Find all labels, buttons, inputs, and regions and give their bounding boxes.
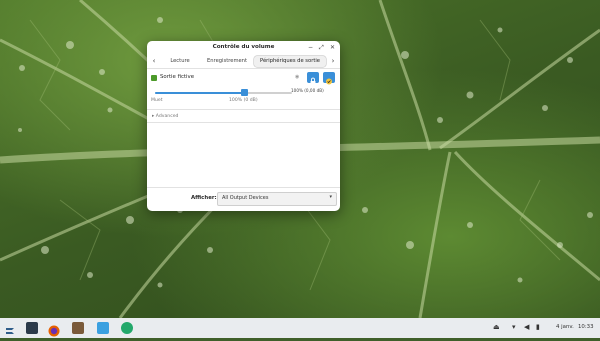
tab-next-icon[interactable]: › bbox=[329, 56, 337, 67]
workspace-switcher-icon[interactable] bbox=[26, 322, 38, 334]
lock-icon bbox=[310, 77, 316, 85]
show-label: Afficher: bbox=[191, 195, 217, 201]
taskbar-time[interactable]: 10:33 bbox=[578, 324, 594, 330]
set-fallback-button[interactable] bbox=[323, 72, 335, 85]
lock-channels-button[interactable] bbox=[307, 72, 319, 85]
maximize-icon[interactable]: ⤢ bbox=[319, 44, 324, 52]
tab-prev-icon[interactable]: ‹ bbox=[150, 56, 158, 67]
slider-min-label: Muet bbox=[151, 98, 163, 103]
tab-peripheriques-de-sortie[interactable]: Périphériques de sortie bbox=[254, 56, 326, 67]
volume-slider-track[interactable] bbox=[155, 92, 292, 94]
advanced-expander[interactable]: ▸ Advanced bbox=[152, 114, 178, 119]
battery-icon[interactable]: ▮ bbox=[536, 323, 540, 332]
minimize-icon[interactable]: − bbox=[308, 44, 313, 52]
volume-slider-handle[interactable] bbox=[241, 89, 249, 96]
volume-slider-fill bbox=[155, 92, 245, 94]
network-icon[interactable]: ▾ bbox=[512, 323, 516, 332]
check-icon bbox=[326, 78, 332, 85]
divider bbox=[147, 187, 340, 188]
dropdown-value: All Output Devices bbox=[222, 195, 269, 201]
tab-lecture[interactable]: Lecture bbox=[162, 56, 198, 67]
close-icon[interactable]: ✕ bbox=[330, 44, 335, 52]
tab-bar: ‹ Lecture Enregistrement Périphériques d… bbox=[150, 56, 337, 67]
chevron-down-icon: ▾ bbox=[329, 194, 332, 200]
divider bbox=[147, 122, 340, 123]
eject-icon[interactable]: ⏏ bbox=[493, 323, 500, 332]
taskbar-date[interactable]: 4 janv. bbox=[556, 324, 574, 330]
zorin-logo-icon bbox=[6, 328, 14, 334]
device-checkbox[interactable] bbox=[151, 75, 157, 81]
app-menu-logo-icon[interactable] bbox=[4, 322, 16, 334]
window-titlebar[interactable]: Contrôle du volume − ⤢ ✕ bbox=[147, 41, 340, 55]
taskbar: ⏏ ▾ ◀ ▮ 4 janv. 10:33 bbox=[0, 318, 600, 338]
volume-app-icon[interactable] bbox=[121, 322, 133, 334]
device-filter-dropdown[interactable]: All Output Devices ▾ bbox=[217, 192, 337, 206]
files-icon[interactable] bbox=[72, 322, 84, 334]
slider-100-label: 100% (0 dB) bbox=[229, 98, 258, 103]
firefox-glyph bbox=[48, 325, 60, 337]
firefox-icon[interactable] bbox=[48, 322, 60, 337]
divider bbox=[147, 109, 340, 110]
software-store-icon[interactable] bbox=[97, 322, 109, 334]
volume-percent-label: 100% (0,00 dB) bbox=[291, 88, 324, 93]
volume-control-window: Contrôle du volume − ⤢ ✕ ‹ Lecture Enreg… bbox=[147, 41, 340, 211]
volume-icon[interactable]: ◀ bbox=[524, 323, 529, 332]
tab-enregistrement[interactable]: Enregistrement bbox=[202, 56, 252, 67]
device-name: Sortie fictive bbox=[160, 74, 195, 80]
divider bbox=[147, 68, 340, 69]
eye-icon: ◉ bbox=[295, 74, 300, 80]
